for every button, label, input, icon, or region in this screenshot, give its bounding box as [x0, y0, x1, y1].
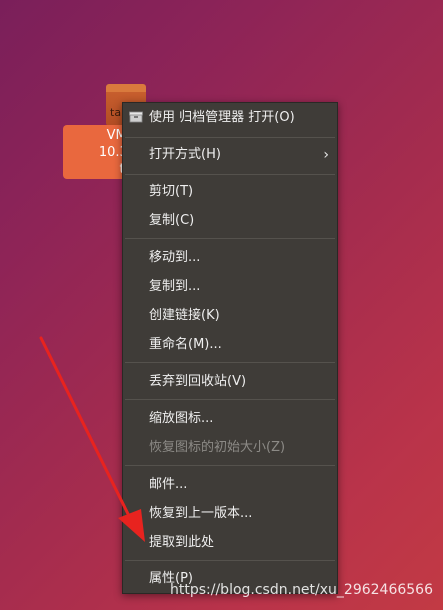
archive-manager-icon	[129, 111, 143, 123]
menu-item-resize-icon[interactable]: 缩放图标...	[123, 405, 337, 433]
menu-item-label: 提取到此处	[149, 535, 215, 550]
archive-box-band	[106, 84, 146, 92]
menu-item-email[interactable]: 邮件...	[123, 471, 337, 499]
desktop: tar VMwa 10.3.10- ta 使用 归档管理器 打开(O) 打开方式…	[0, 0, 443, 610]
menu-item-open-with-archive-manager[interactable]: 使用 归档管理器 打开(O)	[123, 104, 337, 132]
menu-item-label: 移动到...	[149, 250, 201, 265]
menu-item-label: 打开方式(H)	[149, 147, 221, 162]
chevron-right-icon: ›	[323, 147, 329, 163]
menu-separator	[125, 174, 335, 175]
menu-item-label: 丢弃到回收站(V)	[149, 374, 247, 389]
menu-item-restore-icon-size: 恢复图标的初始大小(Z)	[123, 434, 337, 462]
menu-separator	[125, 238, 335, 239]
menu-separator	[125, 362, 335, 363]
menu-item-copy-to[interactable]: 复制到...	[123, 273, 337, 301]
menu-item-move-to[interactable]: 移动到...	[123, 244, 337, 272]
menu-item-extract-here[interactable]: 提取到此处	[123, 529, 337, 557]
menu-item-copy[interactable]: 复制(C)	[123, 207, 337, 235]
menu-item-label: 复制到...	[149, 279, 201, 294]
menu-item-label: 创建链接(K)	[149, 308, 220, 323]
menu-item-label: 重命名(M)...	[149, 337, 222, 352]
menu-item-revert-version[interactable]: 恢复到上一版本...	[123, 500, 337, 528]
menu-item-label: 复制(C)	[149, 213, 195, 228]
watermark-text: https://blog.csdn.net/xu_2962466566	[170, 582, 433, 598]
menu-separator	[125, 399, 335, 400]
menu-item-label: 缩放图标...	[149, 411, 214, 426]
menu-item-label: 邮件...	[149, 477, 188, 492]
menu-separator	[125, 465, 335, 466]
menu-item-label: 使用 归档管理器 打开(O)	[149, 110, 295, 125]
context-menu: 使用 归档管理器 打开(O) 打开方式(H) › 剪切(T) 复制(C) 移动到…	[122, 102, 338, 594]
menu-item-rename[interactable]: 重命名(M)...	[123, 331, 337, 359]
menu-item-cut[interactable]: 剪切(T)	[123, 178, 337, 206]
menu-item-move-to-trash[interactable]: 丢弃到回收站(V)	[123, 368, 337, 396]
menu-item-make-link[interactable]: 创建链接(K)	[123, 302, 337, 330]
menu-item-label: 恢复到上一版本...	[149, 506, 253, 521]
menu-item-label: 剪切(T)	[149, 184, 194, 199]
menu-separator	[125, 137, 335, 138]
menu-separator	[125, 560, 335, 561]
menu-item-open-with[interactable]: 打开方式(H) ›	[123, 141, 337, 169]
menu-item-label: 恢复图标的初始大小(Z)	[149, 440, 286, 455]
